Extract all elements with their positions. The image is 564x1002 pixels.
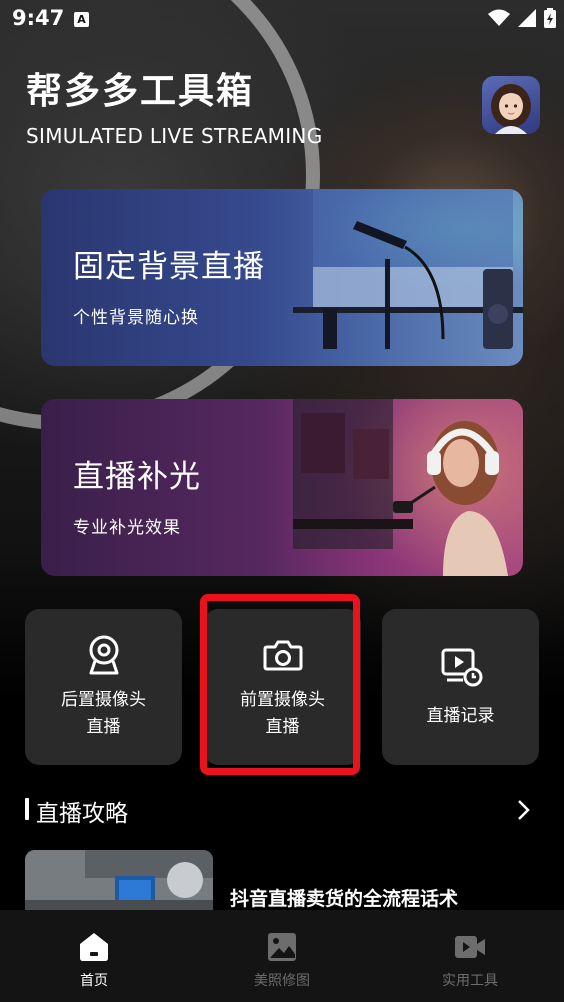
article-title: 抖音直播卖货的全流程话术 — [230, 888, 459, 910]
user-avatar[interactable] — [482, 76, 540, 134]
app-title: 帮多多工具箱 — [26, 71, 255, 112]
nav-label: 美照修图 — [254, 973, 310, 989]
avatar-icon — [491, 84, 531, 134]
system-icons — [488, 8, 556, 28]
microphone-monitor-illustration — [293, 189, 523, 349]
webcam-icon — [89, 635, 118, 675]
nav-label: 首页 — [80, 973, 108, 989]
signal-icon — [518, 9, 536, 27]
live-fill-light-card[interactable]: 直播补光 专业补光效果 — [41, 399, 523, 576]
wifi-icon — [488, 9, 510, 26]
live-history-button[interactable]: 直播记录 — [382, 609, 539, 765]
nav-photo-editing[interactable]: 美照修图 — [188, 910, 376, 1002]
camera-icon — [263, 640, 302, 671]
rear-camera-live-button[interactable]: 后置摄像头 直播 — [25, 609, 182, 765]
app-subtitle: SIMULATED LIVE STREAMING — [26, 124, 323, 148]
fixed-background-live-card[interactable]: 固定背景直播 个性背景随心换 — [41, 189, 523, 366]
nav-home[interactable]: 首页 — [0, 910, 188, 1002]
section-accent-bar — [25, 798, 29, 820]
article-thumbnail — [25, 850, 213, 910]
image-icon — [268, 933, 296, 961]
card-title: 固定背景直播 — [73, 249, 265, 285]
nav-utility-tools[interactable]: 实用工具 — [376, 910, 564, 1002]
status-bar: 9:47 A — [0, 0, 564, 40]
card-description: 专业补光效果 — [73, 518, 181, 538]
video-icon — [455, 936, 485, 958]
notification-icon: A — [74, 12, 89, 27]
battery-icon — [544, 8, 556, 28]
front-camera-live-button[interactable]: 前置摄像头 直播 — [204, 609, 361, 765]
card-title: 直播补光 — [73, 459, 201, 495]
section-title: 直播攻略 — [36, 801, 128, 827]
video-history-icon — [441, 648, 482, 686]
tile-label: 前置摄像头 直播 — [240, 690, 325, 737]
home-icon — [80, 933, 108, 961]
status-time: 9:47 — [12, 6, 65, 30]
article-item[interactable]: 抖音直播卖货的全流程话术 — [25, 850, 545, 910]
tile-label: 后置摄像头 直播 — [61, 690, 146, 737]
card-description: 个性背景随心换 — [73, 308, 199, 328]
chevron-right-icon[interactable] — [511, 798, 535, 822]
tile-label: 直播记录 — [426, 705, 495, 726]
live-guide-section-header: 直播攻略 — [25, 794, 545, 827]
bottom-navigation: 首页 美照修图 实用工具 — [0, 910, 564, 1002]
nav-label: 实用工具 — [442, 973, 498, 989]
streamer-headphones-illustration — [293, 399, 508, 576]
